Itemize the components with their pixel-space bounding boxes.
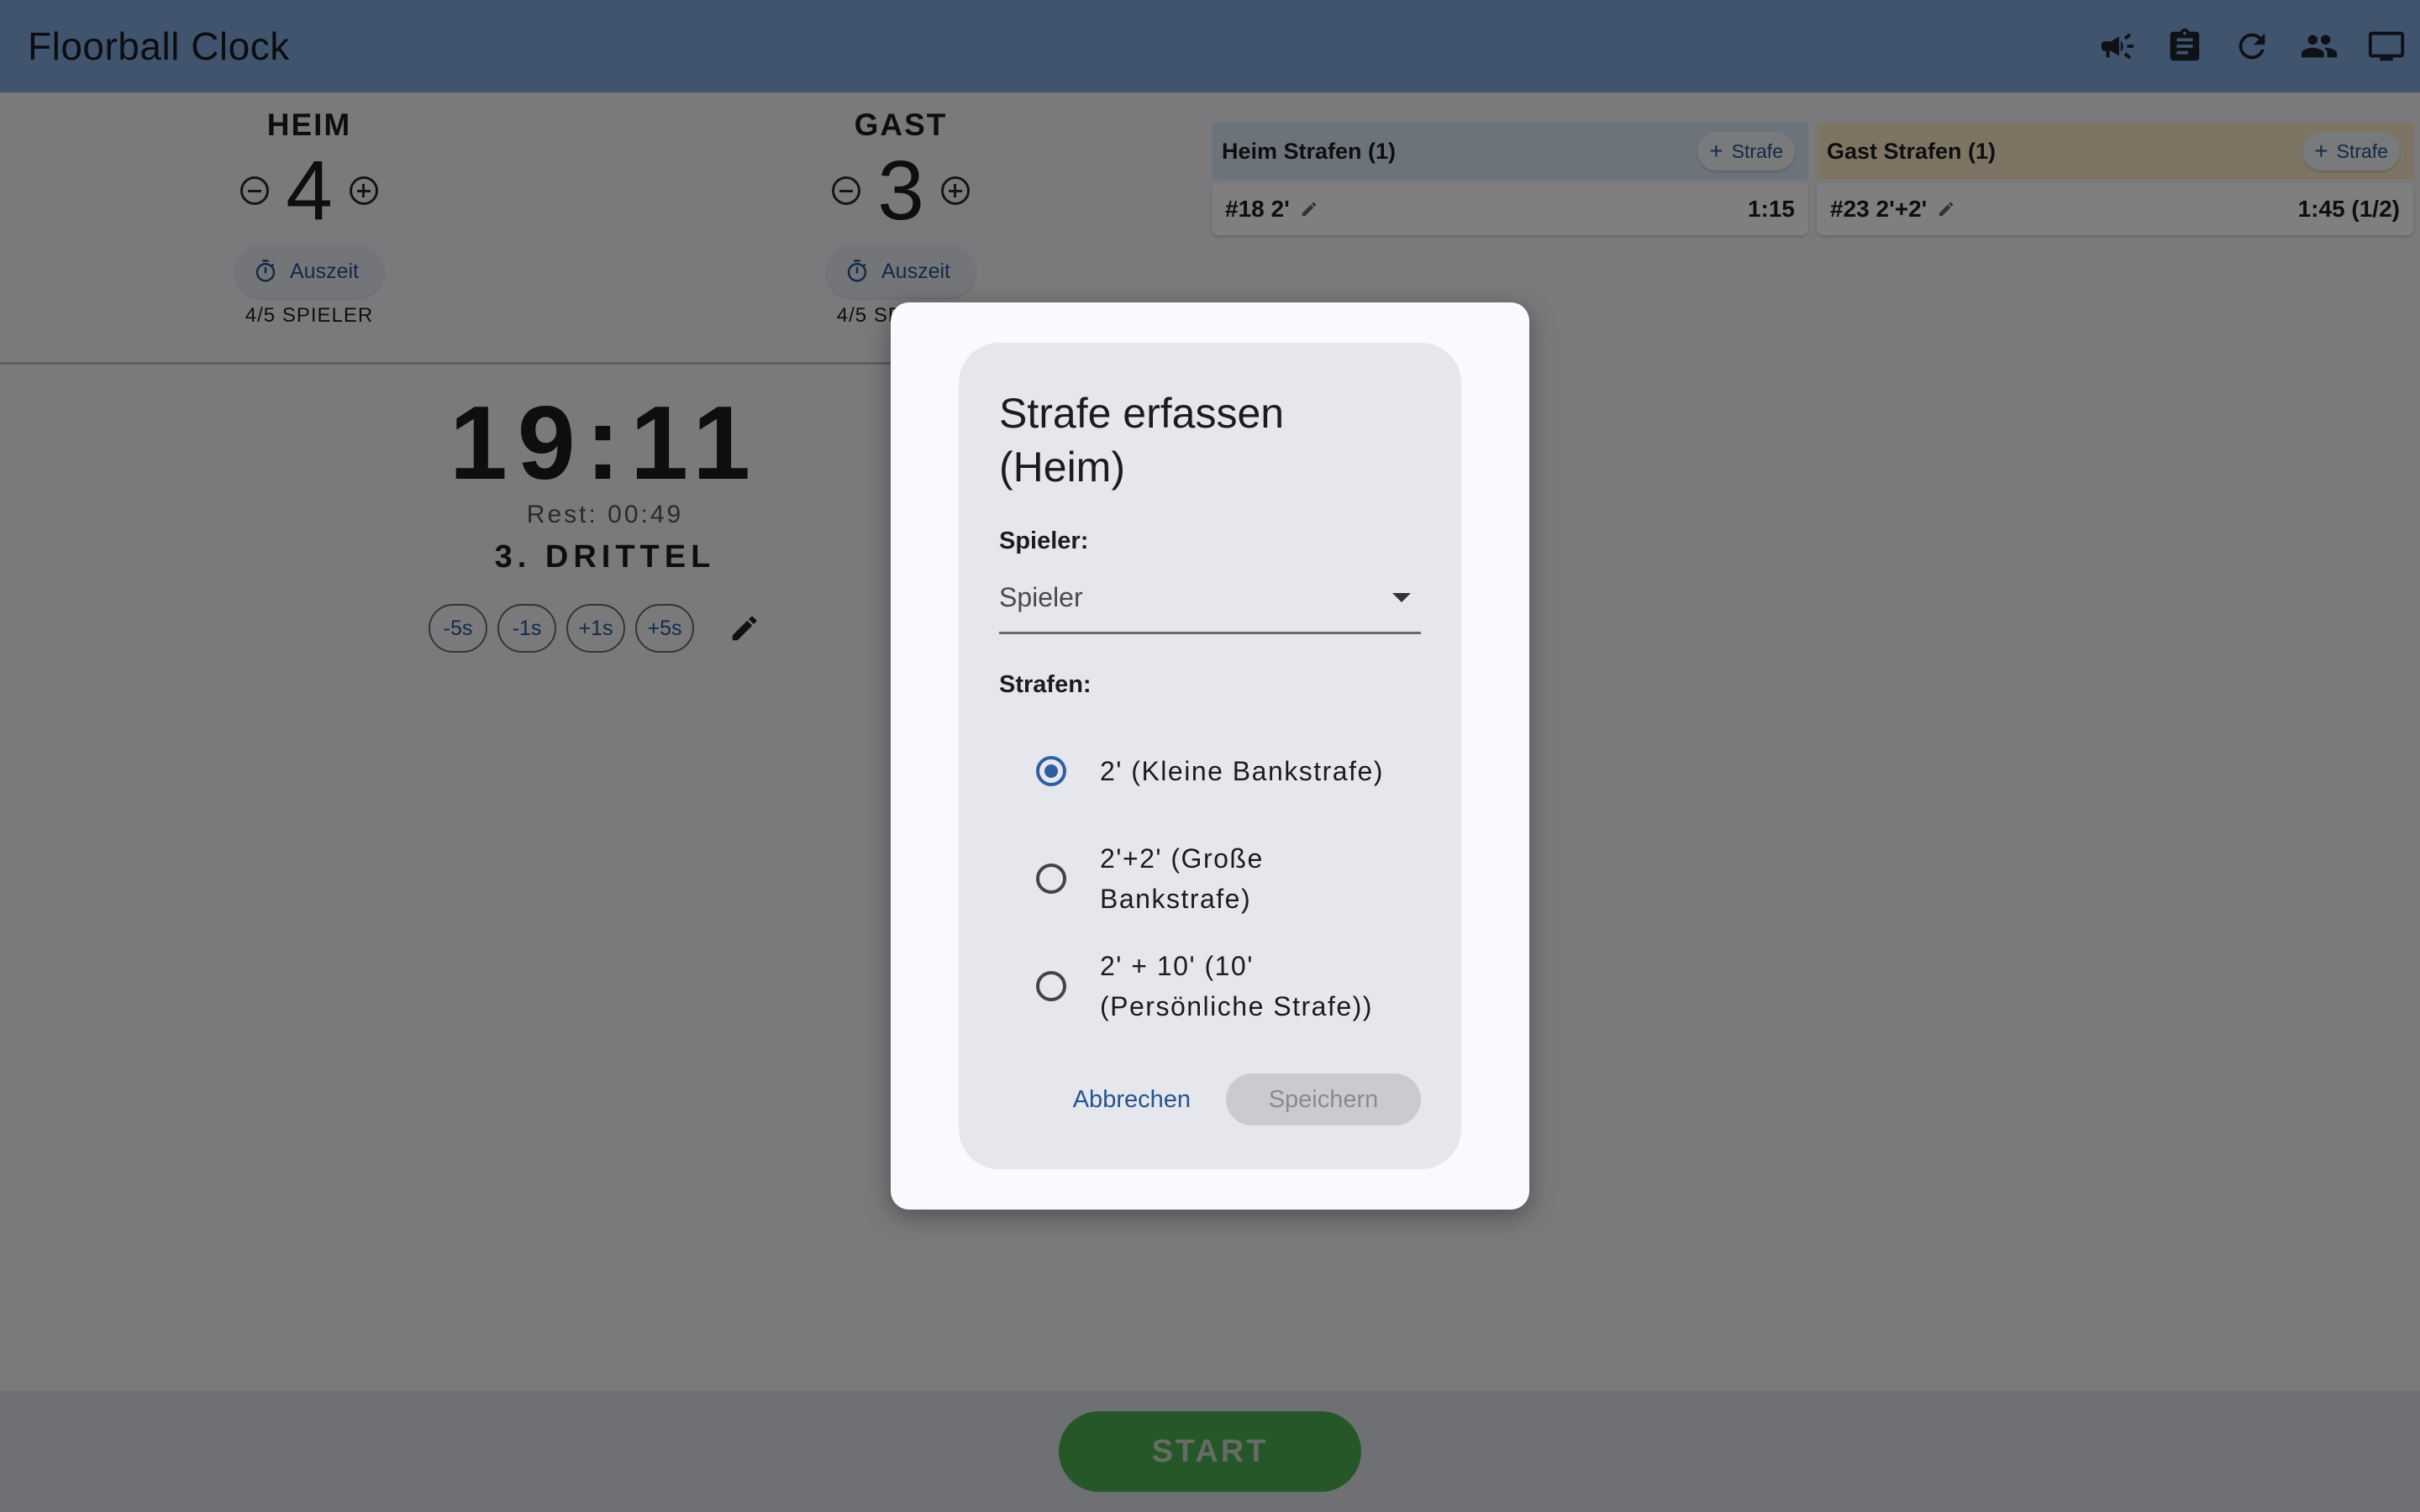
player-label: Spieler: [999,528,1089,554]
penalty-option-label: 2' (Kleine Bankstrafe) [1100,756,1384,786]
cancel-button[interactable]: Abbrechen [1073,1086,1191,1114]
penalty-option-label: 2' + 10' (10' (Persönliche Strafe)) [1100,951,1373,1021]
penalty-option-double-minor[interactable]: 2'+2' (Große Bankstrafe) [999,825,1421,932]
penalty-dialog-container: Strafe erfassen (Heim) Spieler: Spieler … [891,302,1529,1210]
radio-button[interactable] [1036,864,1066,894]
radio-button[interactable] [1036,756,1066,786]
penalty-option-label: 2'+2' (Große Bankstrafe) [1100,843,1264,914]
penalty-option-misconduct[interactable]: 2' + 10' (10' (Persönliche Strafe)) [999,932,1421,1040]
penalty-type-radio-group: 2' (Kleine Bankstrafe) 2'+2' (Große Bank… [999,717,1421,1040]
player-select-value: Spieler [999,582,1083,612]
player-select[interactable]: Spieler [999,577,1421,634]
radio-button[interactable] [1036,971,1066,1001]
save-button[interactable]: Speichern [1226,1074,1421,1126]
chevron-down-icon [1392,593,1411,602]
penalty-dialog: Strafe erfassen (Heim) Spieler: Spieler … [959,343,1461,1169]
dialog-title: Strafe erfassen (Heim) [999,390,1285,491]
penalties-label: Strafen: [999,671,1092,698]
penalty-option-minor[interactable]: 2' (Kleine Bankstrafe) [999,717,1421,825]
dialog-actions: Abbrechen Speichern [1073,1074,1421,1126]
